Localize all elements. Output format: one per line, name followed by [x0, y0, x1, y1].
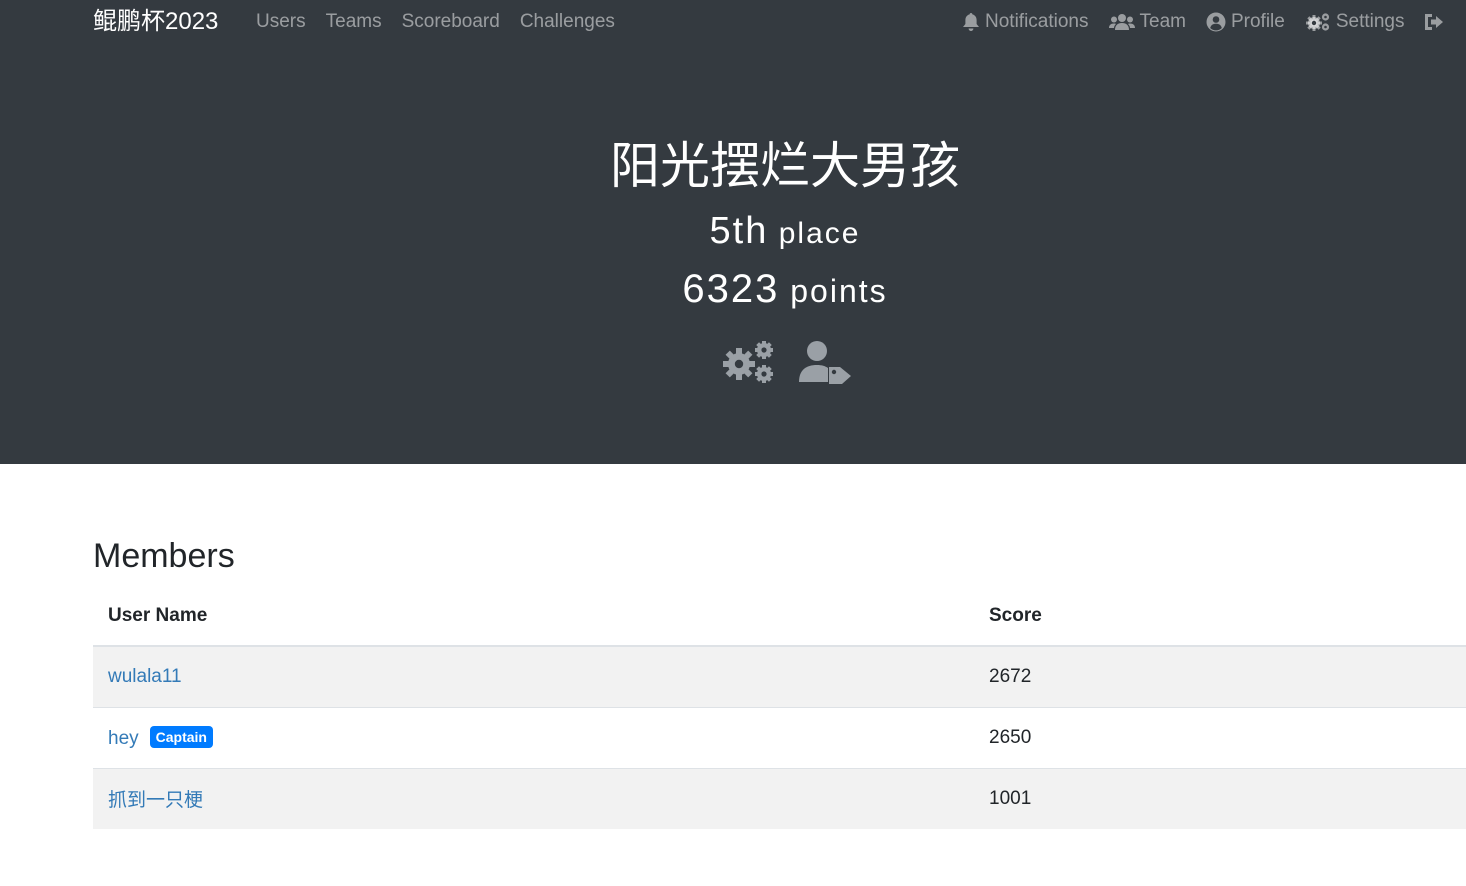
captain-badge: Captain: [149, 725, 213, 748]
member-score: 1001: [974, 767, 1466, 829]
team-points-number: 6323: [682, 267, 780, 311]
users-icon: [1108, 14, 1135, 30]
user-tag-icon[interactable]: [798, 340, 852, 384]
nav-link-users[interactable]: Users: [256, 11, 306, 33]
member-link[interactable]: 抓到一只梗: [108, 790, 203, 811]
member-name-cell: 抓到一只梗: [93, 767, 974, 829]
nav-link-scoreboard[interactable]: Scoreboard: [402, 11, 500, 33]
nav-notifications-label: Notifications: [985, 11, 1089, 32]
nav-link-teams[interactable]: Teams: [326, 11, 382, 33]
member-link[interactable]: wulala11: [108, 666, 182, 687]
team-name: 阳光摆烂大男孩: [610, 137, 960, 195]
nav-team[interactable]: Team: [1108, 11, 1186, 33]
sign-out-icon: [1425, 14, 1444, 30]
table-row: wulala11 2672: [93, 645, 1466, 707]
members-heading: Members: [93, 537, 235, 575]
table-header-row: User Name Score: [93, 586, 1466, 647]
bell-icon: [963, 13, 979, 31]
table-row: 抓到一只梗 1001: [93, 767, 1466, 829]
member-score: 2650: [974, 706, 1466, 768]
nav-settings[interactable]: Settings: [1305, 11, 1405, 33]
user-circle-icon: [1206, 12, 1226, 32]
nav-link-challenges[interactable]: Challenges: [520, 11, 615, 33]
nav-profile-label: Profile: [1230, 11, 1285, 32]
main-nav: Users Teams Scoreboard Challenges: [256, 0, 635, 44]
team-points-label: points: [790, 273, 888, 309]
brand-logo-text[interactable]: 鲲鹏杯2023: [93, 6, 218, 38]
cogs-icon[interactable]: [722, 340, 776, 384]
column-header-user-name[interactable]: User Name: [93, 586, 974, 647]
team-place: 5th place: [0, 206, 1466, 259]
member-score: 2672: [974, 645, 1466, 707]
top-navbar: 鲲鹏杯2023 Users Teams Scoreboard Challenge…: [0, 0, 1466, 44]
team-place-label: place: [778, 217, 861, 250]
cogs-icon: [1305, 13, 1329, 31]
team-points: 6323 points: [0, 264, 1466, 316]
team-header: 阳光摆烂大男孩 5th place 6323 points: [0, 44, 1466, 464]
nav-settings-label: Settings: [1335, 11, 1405, 32]
user-nav: Notifications Team Profile Settings: [962, 0, 1449, 44]
nav-profile[interactable]: Profile: [1206, 11, 1285, 33]
members-table: User Name Score wulala11 2672 hey Captain…: [93, 586, 1466, 829]
nav-team-label: Team: [1139, 11, 1186, 32]
member-name-cell: hey Captain: [93, 706, 974, 768]
member-link[interactable]: hey: [108, 728, 139, 749]
column-header-score[interactable]: Score: [974, 586, 1466, 647]
nav-logout[interactable]: [1424, 13, 1449, 31]
team-place-number: 5th: [709, 210, 769, 252]
team-actions: [722, 340, 874, 384]
nav-notifications[interactable]: Notifications: [962, 11, 1089, 33]
member-name-cell: wulala11: [93, 645, 974, 707]
table-row: hey Captain 2650: [93, 706, 1466, 768]
